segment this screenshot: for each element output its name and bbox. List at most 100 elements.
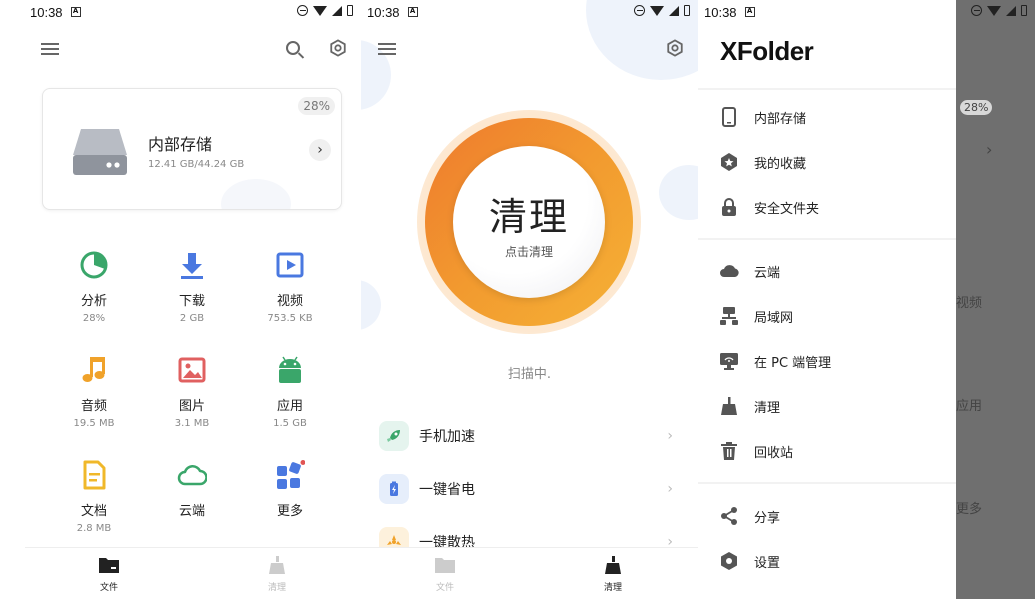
settings-icon bbox=[330, 39, 346, 57]
category-label: 云端 bbox=[178, 504, 205, 519]
category-value: 19.5 MB bbox=[73, 418, 115, 429]
drawer-item-clean[interactable]: 清理 bbox=[718, 394, 780, 418]
category-value: 2 GB bbox=[179, 313, 205, 324]
tool-phone-boost[interactable]: 手机加速 › bbox=[379, 421, 673, 451]
drawer-item-secure-folder[interactable]: 安全文件夹 bbox=[718, 195, 819, 219]
category-cloud[interactable]: 云端 bbox=[143, 460, 241, 545]
document-icon bbox=[83, 460, 106, 490]
drawer-item-settings[interactable]: 设置 bbox=[718, 549, 780, 573]
category-downloads[interactable]: 下载 2 GB bbox=[143, 250, 241, 335]
category-value: 3.1 MB bbox=[174, 418, 210, 429]
phone-icon bbox=[722, 107, 736, 127]
category-label: 视频 bbox=[276, 294, 303, 309]
notification-icon: A bbox=[70, 7, 81, 17]
settings-button[interactable] bbox=[666, 39, 684, 62]
download-icon bbox=[181, 253, 203, 279]
dnd-icon bbox=[971, 5, 982, 16]
broom-icon bbox=[721, 397, 737, 415]
dnd-icon bbox=[634, 5, 645, 16]
drawer-scrim[interactable]: 28% › 视频 应用 更多 bbox=[956, 0, 1035, 599]
tool-label: 手机加速 bbox=[419, 429, 475, 445]
background-blob bbox=[361, 280, 381, 330]
menu-button[interactable] bbox=[41, 43, 59, 55]
tool-power-save[interactable]: 一键省电 › bbox=[379, 474, 673, 504]
signal-icon bbox=[669, 5, 679, 16]
drawer-item-recycle-bin[interactable]: 回收站 bbox=[718, 439, 793, 463]
cleaner-screen: 10:38 A 清理 点击清理 扫描中. 手机加速 › 一键省电 › 一键散热 … bbox=[361, 0, 698, 599]
drawer-screen: 28% › 视频 应用 更多 10:38 A XFolder 内部存储 我的收藏 bbox=[698, 0, 1035, 599]
chevron-right-icon: › bbox=[667, 481, 673, 497]
status-bar: 10:38 A bbox=[698, 0, 956, 24]
category-label: 更多 bbox=[276, 504, 303, 519]
share-icon bbox=[721, 507, 737, 525]
drawer-item-favorites[interactable]: 我的收藏 bbox=[718, 150, 806, 174]
card-decoration bbox=[221, 179, 291, 209]
menu-button[interactable] bbox=[378, 43, 396, 55]
settings-button[interactable] bbox=[329, 39, 347, 62]
system-icons bbox=[634, 5, 690, 16]
system-icons bbox=[971, 5, 1027, 16]
drawer-item-cloud[interactable]: 云端 bbox=[718, 259, 780, 283]
status-bar bbox=[956, 0, 1035, 24]
dimmed-content: › bbox=[986, 140, 993, 159]
app-logo: XFolder bbox=[720, 36, 814, 66]
drawer-item-pc-manage[interactable]: 在 PC 端管理 bbox=[718, 349, 831, 373]
music-icon bbox=[82, 357, 105, 382]
internal-storage-card[interactable]: 28% 内部存储 12.41 GB/44.24 GB › bbox=[42, 88, 342, 210]
category-images[interactable]: 图片 3.1 MB bbox=[143, 355, 241, 440]
drawer-item-internal-storage[interactable]: 内部存储 bbox=[718, 105, 806, 129]
divider bbox=[698, 482, 956, 484]
tab-files[interactable]: 文件 bbox=[79, 556, 139, 593]
drawer-item-label: 在 PC 端管理 bbox=[754, 355, 832, 371]
folder-icon bbox=[99, 558, 119, 573]
category-audio[interactable]: 音频 19.5 MB bbox=[45, 355, 143, 440]
drawer-item-label: 安全文件夹 bbox=[754, 201, 820, 217]
drawer-item-label: 清理 bbox=[754, 400, 781, 416]
navigation-drawer: 10:38 A XFolder 内部存储 我的收藏 安全文件夹 云端 局域网 在… bbox=[698, 0, 956, 599]
divider bbox=[698, 88, 956, 90]
tab-clean[interactable]: 清理 bbox=[583, 556, 643, 593]
image-icon bbox=[178, 357, 206, 383]
status-bar: 10:38 A bbox=[361, 0, 698, 24]
wifi-icon bbox=[987, 5, 1001, 16]
category-value: 28% bbox=[82, 313, 106, 324]
category-label: 下载 bbox=[178, 294, 205, 309]
cloud-icon bbox=[177, 465, 208, 486]
category-apps[interactable]: 应用 1.5 GB bbox=[241, 355, 339, 440]
pc-icon bbox=[720, 353, 738, 370]
drawer-item-lan[interactable]: 局域网 bbox=[718, 304, 793, 328]
pie-chart-icon bbox=[80, 251, 108, 279]
divider bbox=[698, 238, 956, 240]
category-analysis[interactable]: 分析 28% bbox=[45, 250, 143, 335]
clean-button[interactable]: 清理 点击清理 bbox=[453, 146, 605, 298]
drive-icon bbox=[73, 129, 127, 175]
settings-icon bbox=[721, 552, 737, 570]
dimmed-content: 更多 bbox=[956, 502, 983, 517]
wifi-icon bbox=[313, 5, 327, 16]
drawer-item-label: 设置 bbox=[754, 555, 781, 571]
drawer-item-share[interactable]: 分享 bbox=[718, 504, 780, 528]
tab-label: 清理 bbox=[267, 583, 286, 593]
battery-status-icon bbox=[684, 5, 690, 16]
storage-percent-badge: 28% bbox=[298, 97, 335, 115]
hamburger-icon bbox=[41, 43, 59, 55]
category-value: 1.5 GB bbox=[273, 418, 307, 429]
drawer-item-label: 内部存储 bbox=[754, 111, 807, 127]
category-more[interactable]: 更多 bbox=[241, 460, 339, 545]
category-video[interactable]: 视频 753.5 KB bbox=[241, 250, 339, 335]
bottom-tab-bar: 文件 清理 bbox=[25, 547, 361, 599]
tab-clean[interactable]: 清理 bbox=[247, 556, 307, 593]
category-label: 文档 bbox=[80, 504, 107, 519]
lock-icon bbox=[722, 198, 736, 216]
signal-icon bbox=[1006, 5, 1016, 16]
chevron-right-icon[interactable]: › bbox=[309, 139, 331, 161]
search-button[interactable] bbox=[286, 41, 300, 55]
lan-icon bbox=[720, 307, 738, 325]
tab-files[interactable]: 文件 bbox=[415, 556, 475, 593]
hamburger-icon bbox=[378, 43, 396, 55]
folder-icon bbox=[435, 558, 455, 573]
status-time: 10:38 bbox=[30, 4, 63, 20]
category-label: 应用 bbox=[276, 399, 303, 414]
category-documents[interactable]: 文档 2.8 MB bbox=[45, 460, 143, 545]
drawer-item-label: 云端 bbox=[754, 265, 781, 281]
